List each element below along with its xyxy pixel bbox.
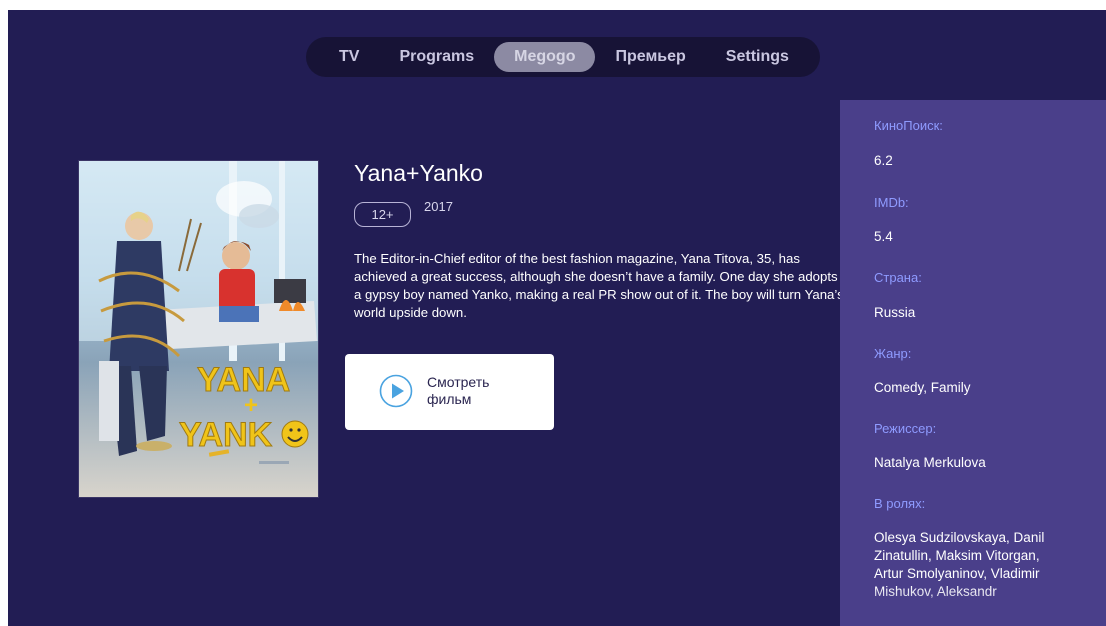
- nav-tab-premier[interactable]: Премьер: [595, 42, 705, 72]
- country-value: Russia: [874, 305, 916, 320]
- play-icon: [379, 374, 413, 408]
- panel-fade-overlay: [840, 586, 1106, 626]
- app-screen: TV Programs Megogo Премьер Settings YANA…: [8, 10, 1106, 626]
- kinopoisk-rating: 6.2: [874, 153, 893, 168]
- nav-tab-megogo[interactable]: Megogo: [494, 42, 596, 72]
- kinopoisk-label: КиноПоиск:: [874, 118, 943, 133]
- movie-description: The Editor-in-Chief editor of the best f…: [354, 251, 844, 320]
- poster-artwork: YANA + YANK: [79, 161, 318, 464]
- watch-movie-button[interactable]: Смотреть фильм: [345, 354, 554, 430]
- country-label: Страна:: [874, 270, 922, 285]
- genre-value: Comedy, Family: [874, 380, 971, 395]
- details-panel: КиноПоиск: 6.2 IMDb: 5.4 Страна: Russia …: [840, 100, 1106, 626]
- imdb-rating: 5.4: [874, 229, 893, 244]
- movie-poster: YANA + YANK: [78, 160, 319, 498]
- director-value: Natalya Merkulova: [874, 455, 986, 470]
- nav-tab-programs[interactable]: Programs: [379, 42, 494, 72]
- nav-tab-tv[interactable]: TV: [319, 42, 379, 72]
- top-nav: TV Programs Megogo Премьер Settings: [306, 37, 820, 77]
- genre-label: Жанр:: [874, 346, 912, 361]
- release-year: 2017: [424, 199, 453, 214]
- watch-movie-label: Смотреть фильм: [427, 374, 490, 407]
- nav-tab-settings[interactable]: Settings: [706, 42, 809, 72]
- director-label: Режиссер:: [874, 421, 937, 436]
- movie-title: Yana+Yanko: [354, 160, 483, 186]
- imdb-label: IMDb:: [874, 195, 909, 210]
- poster-smiley-icon: [281, 420, 309, 448]
- poster-title-line2: YANK: [179, 416, 273, 454]
- age-rating-badge: 12+: [354, 202, 411, 227]
- poster-title-plus: +: [244, 392, 258, 419]
- cast-label: В ролях:: [874, 496, 926, 511]
